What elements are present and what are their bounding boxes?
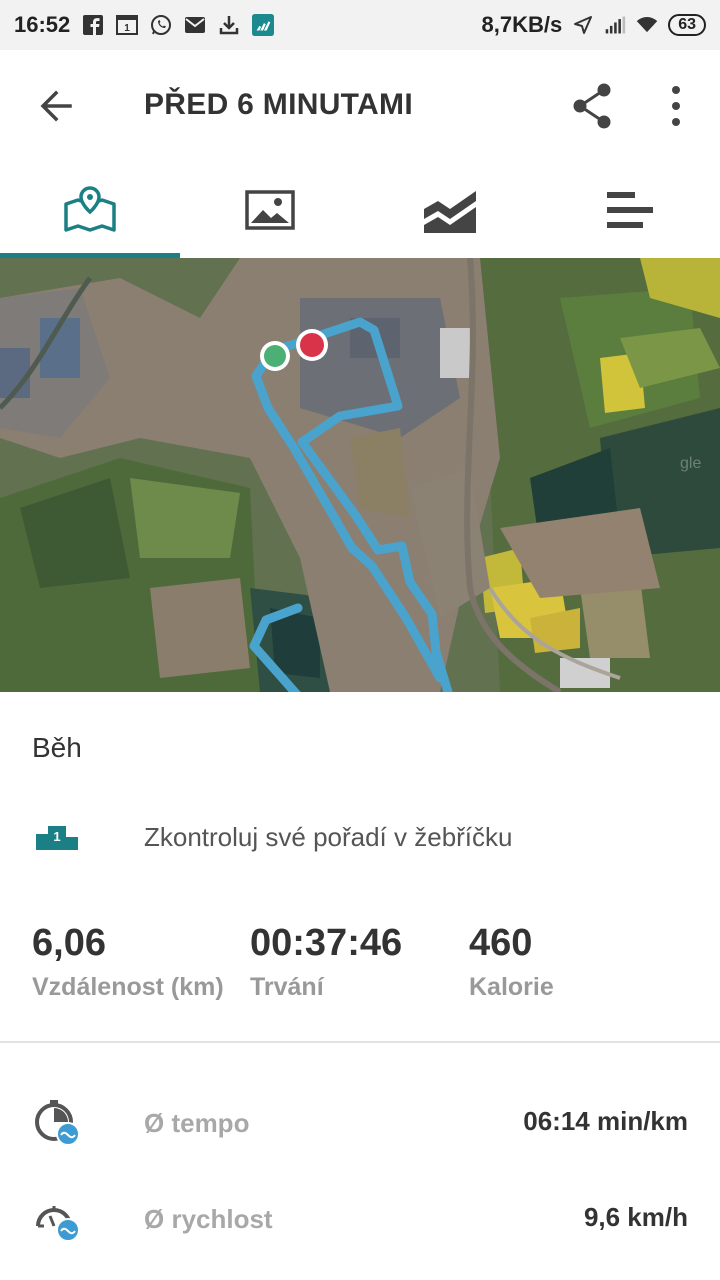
more-options-button[interactable] (664, 84, 688, 128)
stat-distance-label: Vzdálenost (km) (32, 973, 224, 1001)
battery-indicator: 63 (668, 14, 706, 36)
download-icon (218, 14, 240, 36)
route-map[interactable]: gle (0, 258, 720, 692)
photo-tab-icon (245, 190, 295, 230)
stat-duration-value: 00:37:46 (250, 922, 403, 964)
location-icon (572, 14, 594, 36)
calendar-day: 1 (125, 23, 131, 34)
speed-value: 9,6 km/h (583, 1202, 688, 1232)
detail-row-pace: Ø tempo 06:14 min/km (0, 1100, 720, 1170)
splits-tab-icon (607, 192, 653, 228)
tab-splits[interactable] (540, 162, 720, 258)
stat-calories-label: Kalorie (469, 973, 554, 1001)
adidas-icon (252, 14, 275, 36)
share-icon (573, 83, 611, 129)
share-button[interactable] (570, 82, 614, 130)
summary-stats: 6,06 Vzdálenost (km) 00:37:46 Trvání 460… (32, 922, 720, 1012)
satellite-map: gle (0, 258, 720, 692)
clock: 16:52 (14, 12, 71, 37)
stat-calories-value: 460 (469, 922, 533, 964)
leaderboard-text: Zkontroluj své pořadí v žebříčku (144, 822, 513, 852)
chart-tab-icon (424, 191, 476, 233)
status-bar: 16:52 1 8,7KB/s 63 (0, 0, 720, 50)
whatsapp-icon (150, 14, 172, 36)
podium-icon: 1 (36, 824, 78, 850)
wifi-icon (636, 14, 658, 36)
stat-duration-label: Trvání (250, 973, 324, 1001)
speed-icon (34, 1196, 82, 1244)
tab-photos[interactable] (180, 162, 360, 258)
page-title: PŘED 6 MINUTAMI (144, 88, 413, 121)
speed-label: Ø rychlost (144, 1204, 273, 1234)
stat-duration: 00:37:46 Trvání (250, 922, 402, 1002)
back-button[interactable] (36, 86, 76, 126)
stat-calories: 460 Kalorie (469, 922, 554, 1002)
divider (0, 1041, 720, 1043)
back-arrow-icon (40, 90, 72, 122)
detail-row-speed: Ø rychlost 9,6 km/h (0, 1196, 720, 1266)
mail-icon (184, 14, 206, 36)
stat-distance: 6,06 Vzdálenost (km) (32, 922, 224, 1002)
map-watermark: gle (680, 455, 701, 472)
pace-value: 06:14 min/km (523, 1106, 688, 1136)
stat-distance-value: 6,06 (32, 922, 106, 964)
facebook-icon (82, 14, 104, 36)
tab-bar (0, 162, 720, 258)
app-bar: PŘED 6 MINUTAMI (0, 50, 720, 162)
tab-map[interactable] (0, 162, 180, 258)
signal-icon (604, 14, 626, 36)
network-speed: 8,7KB/s (481, 12, 563, 37)
calendar-icon: 1 (116, 14, 139, 36)
activity-type: Běh (32, 732, 82, 763)
leaderboard-link[interactable]: 1 Zkontroluj své pořadí v žebříčku (0, 808, 720, 868)
podium-badge-number: 1 (53, 829, 60, 844)
tab-chart[interactable] (360, 162, 540, 258)
more-vertical-icon (672, 86, 680, 126)
map-tab-icon (64, 186, 116, 232)
pace-icon (34, 1100, 82, 1148)
pace-label: Ø tempo (144, 1108, 250, 1138)
